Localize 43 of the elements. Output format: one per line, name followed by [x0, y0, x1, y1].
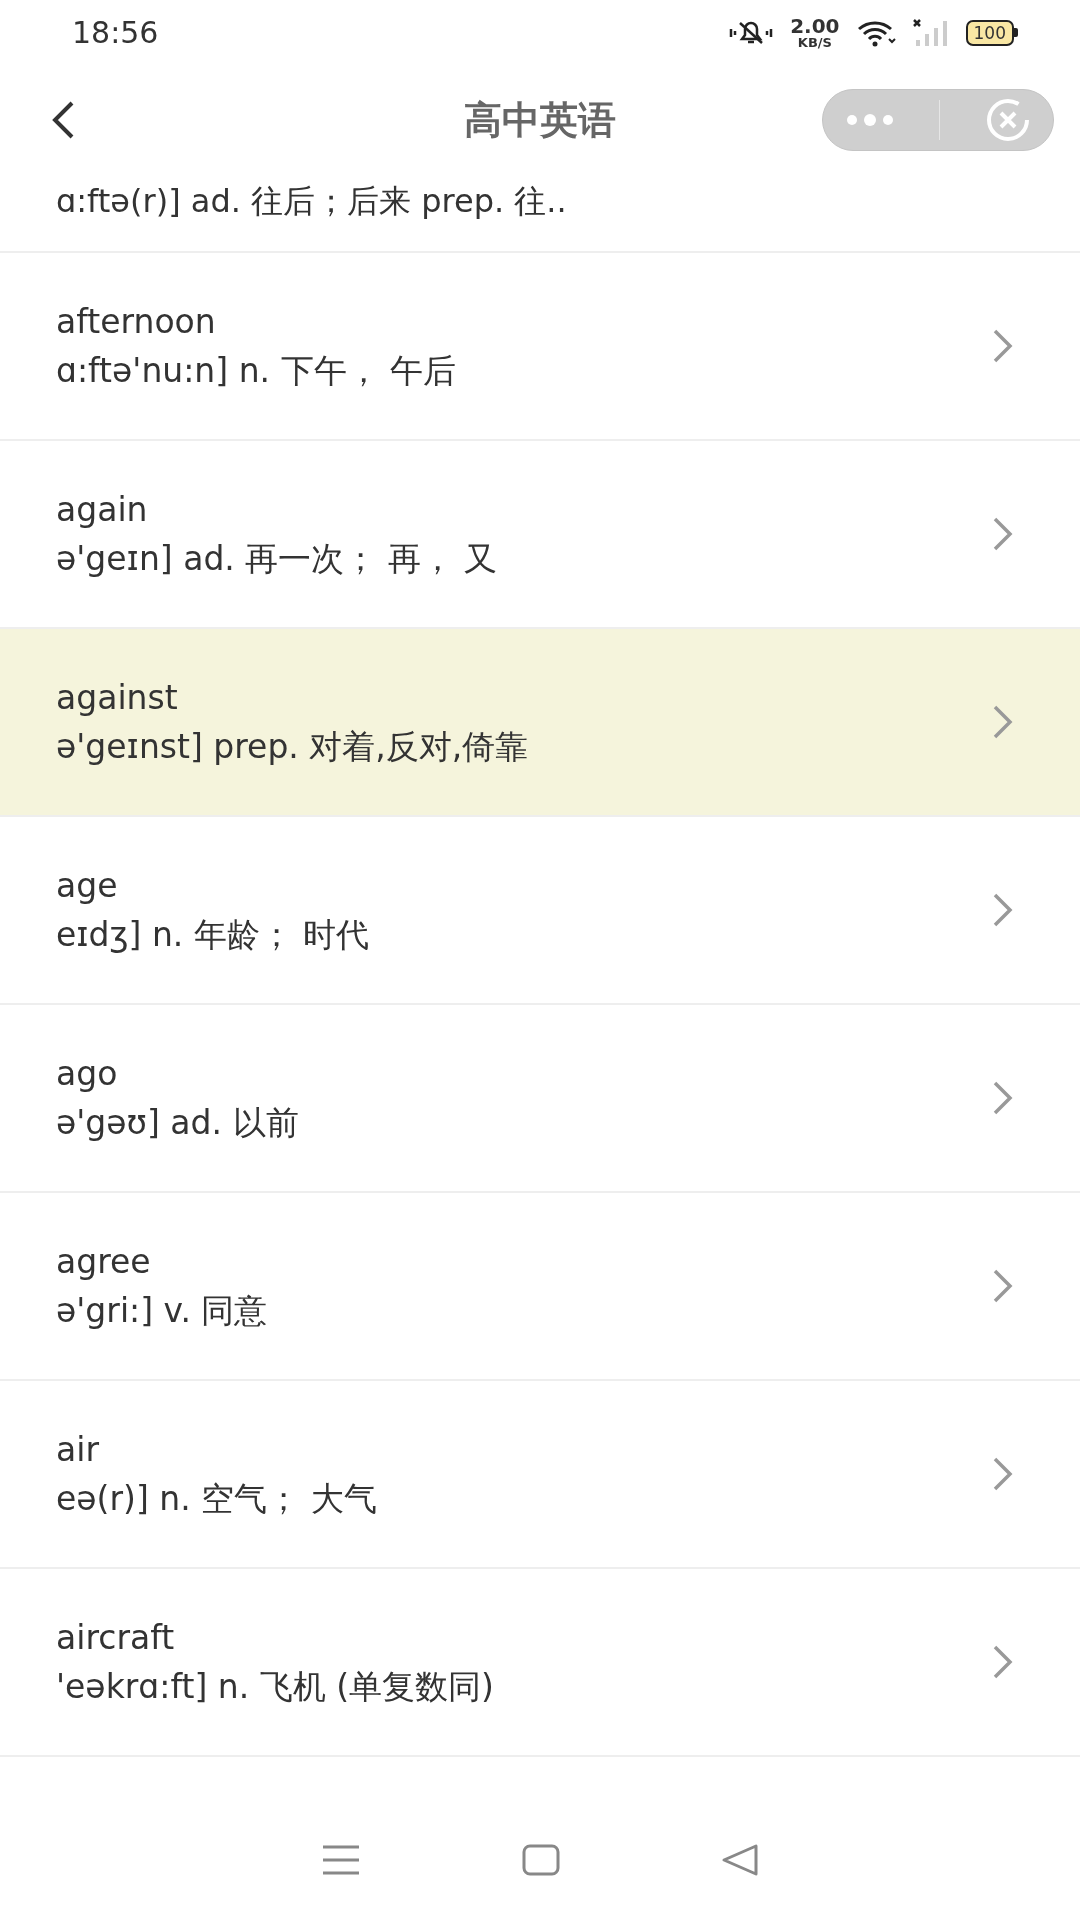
word-text: ago [56, 1052, 119, 1094]
chevron-right-icon [992, 328, 1014, 364]
status-time: 18:56 [72, 14, 159, 52]
back-icon[interactable] [50, 100, 76, 140]
word-text: afternoon [56, 300, 217, 342]
word-list-item[interactable]: afternoon ɑ:ftə'nu:n] n. 下午， 午后 [0, 253, 1080, 441]
word-text: against [56, 676, 179, 718]
chevron-right-icon [992, 1644, 1014, 1680]
word-definition: 'eəkrɑ:ft] n. 飞机 (单复数同) [56, 1666, 494, 1708]
chevron-right-icon [992, 1080, 1014, 1116]
signal-icon [911, 17, 950, 48]
menu-icon[interactable] [320, 1844, 361, 1876]
word-list-item[interactable]: against ə'geɪnst] prep. 对着,反对,倚靠 [0, 629, 1080, 817]
page-title: 高中英语 [464, 96, 616, 144]
net-unit: KB/S [797, 36, 832, 49]
wifi-icon [855, 18, 896, 47]
word-list-item[interactable]: age eɪdʒ] n. 年龄； 时代 [0, 817, 1080, 1005]
word-definition: ɑ:ftə'nu:n] n. 下午， 午后 [56, 350, 457, 392]
word-text: age [56, 864, 119, 906]
word-list-item[interactable]: aircraft 'eəkrɑ:ft] n. 飞机 (单复数同) [0, 1569, 1080, 1757]
back-triangle-icon[interactable] [721, 1843, 760, 1877]
chevron-right-icon [992, 1268, 1014, 1304]
net-speed: 2.00 [790, 16, 840, 36]
word-definition: eɪdʒ] n. 年龄； 时代 [56, 914, 370, 956]
word-text: aircraft [56, 1616, 176, 1658]
word-text: again [56, 488, 149, 530]
word-definition: ɑ:ftə(r)] ad. 往后；后来 prep. 往.. [56, 181, 567, 221]
word-definition: ə'gəʊ] ad. 以前 [56, 1102, 299, 1144]
chevron-right-icon [992, 516, 1014, 552]
battery-level: 100 [965, 19, 1014, 46]
word-definition: ə'gri:] v. 同意 [56, 1290, 268, 1332]
word-definition: ə'geɪnst] prep. 对着,反对,倚靠 [56, 726, 529, 768]
word-definition: eə(r)] n. 空气； 大气 [56, 1478, 377, 1520]
chevron-right-icon [992, 892, 1014, 928]
chevron-right-icon [992, 704, 1014, 740]
word-definition: ə'geɪn] ad. 再一次； 再， 又 [56, 538, 498, 580]
word-list-item[interactable]: air eə(r)] n. 空气； 大气 [0, 1381, 1080, 1569]
word-text: air [56, 1428, 100, 1470]
chevron-right-icon [992, 1456, 1014, 1492]
word-text: agree [56, 1240, 152, 1282]
word-list-item[interactable]: agree ə'gri:] v. 同意 [0, 1193, 1080, 1381]
word-list-item[interactable]: ago ə'gəʊ] ad. 以前 [0, 1005, 1080, 1193]
home-icon[interactable] [522, 1844, 560, 1876]
